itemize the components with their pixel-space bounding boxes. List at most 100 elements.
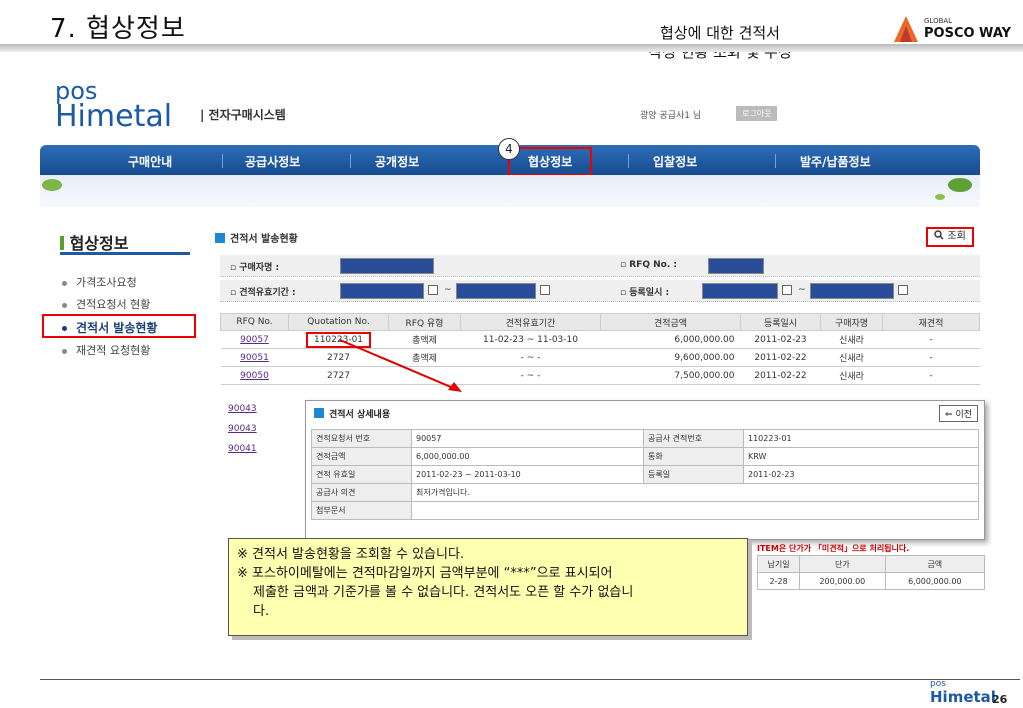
note-line: 다.	[253, 604, 270, 619]
bullet-icon	[62, 302, 67, 308]
rfq-link[interactable]: 90051	[220, 348, 289, 367]
field-label: 견적요청서 번호	[311, 429, 412, 448]
posco-mark-icon	[894, 16, 918, 42]
col-header: 견적금액	[600, 313, 741, 331]
filter-row-1: ▫ 구매자명 : ▫ RFQ No. :	[220, 255, 980, 277]
nav-buying-guide[interactable]: 구매안내	[128, 153, 172, 170]
col-header: RFQ 유형	[388, 313, 461, 331]
buyer-input[interactable]	[340, 258, 434, 274]
reg-date: 2011-02-22	[740, 366, 821, 385]
calendar-icon[interactable]	[428, 285, 438, 295]
requote: -	[882, 348, 980, 367]
validity-period: - ~ -	[460, 348, 601, 367]
prev-label: 이전	[955, 410, 972, 420]
nav-separator	[628, 154, 629, 168]
search-button[interactable]: 조회	[926, 227, 974, 247]
sidebar-item-label: 견적서 발송현황	[76, 321, 158, 335]
filter-buyer-label: ▫ 구매자명 :	[230, 263, 280, 273]
nav-bid-info[interactable]: 입찰정보	[653, 153, 697, 170]
calendar-icon[interactable]	[540, 285, 550, 295]
opinion-value: 최저가격입니다.	[411, 483, 979, 502]
sidebar-title-text: 협상정보	[69, 234, 129, 253]
nav-order-info[interactable]: 발주/납품정보	[800, 153, 871, 170]
col-header: 납기일	[756, 555, 801, 573]
back-arrow-icon: ⇐	[945, 410, 953, 420]
leaf-decoration-icon	[42, 178, 972, 200]
rfq-input[interactable]	[708, 258, 764, 274]
amount-value: 6,000,000.00	[411, 447, 644, 466]
sidebar-item-quote-sent[interactable]: 견적서 발송현황	[42, 314, 196, 338]
requote: -	[882, 366, 980, 385]
filter-validity-label: ▫ 견적유효기간 :	[230, 288, 296, 298]
col-header: 재견적	[882, 313, 980, 331]
rfq-link[interactable]: 90043	[228, 399, 257, 419]
valid-value: 2011-02-23 ~ 2011-03-10	[411, 465, 644, 484]
validity-period: 11-02-23 ~ 11-03-10	[460, 330, 601, 349]
rfq-link[interactable]: 90041	[228, 439, 257, 459]
detail-title: 견적서 상세내용	[314, 407, 390, 420]
item-note: ITEM은 단가가 「미견적」으로 처리됩니다.	[757, 544, 910, 553]
req-no-value: 90057	[411, 429, 644, 448]
global-label: GLOBAL	[924, 17, 953, 25]
field-label: 공급사 견적번호	[643, 429, 744, 448]
search-icon	[934, 230, 944, 240]
sidebar-item-price-survey[interactable]: 가격조사요청	[62, 274, 137, 290]
regdate-to-input[interactable]	[810, 283, 894, 299]
quote-amount: 9,600,000.00	[600, 348, 741, 367]
page-number: 26	[992, 693, 1008, 706]
section-title: 견적서 발송현황	[215, 230, 298, 245]
section-title-text: 견적서 발송현황	[230, 234, 298, 245]
field-label: 첨부문서	[311, 501, 412, 520]
buyer-name: 신새라	[820, 366, 883, 385]
logout-button[interactable]: 로그아웃	[736, 106, 778, 121]
sidebar-item-rfq-status[interactable]: 견적요청서 현황	[62, 296, 150, 312]
sidebar-title-bar	[60, 252, 190, 255]
section-icon	[314, 408, 324, 418]
footer-logo: pos Himetal	[930, 680, 996, 706]
quote-detail-panel: 견적서 상세내용 ⇐ 이전 견적요청서 번호 90057 공급사 견적번호 11…	[305, 400, 985, 540]
col-header: 등록일시	[740, 313, 821, 331]
field-label: 견적금액	[311, 447, 412, 466]
sidebar-item-label: 재견적 요청현황	[76, 344, 151, 357]
sidebar-item-requote-status[interactable]: 재견적 요청현황	[62, 342, 150, 358]
validity-from-input[interactable]	[340, 283, 424, 299]
validity-to-input[interactable]	[456, 283, 536, 299]
step-badge: 4	[498, 138, 520, 160]
regdate-from-input[interactable]	[702, 283, 778, 299]
field-label: 공급사 의견	[311, 483, 412, 502]
sidebar-title-marker	[60, 236, 64, 250]
nav-supplier-info[interactable]: 공급사정보	[245, 153, 300, 170]
calendar-icon[interactable]	[898, 285, 908, 295]
range-tilde: ~	[798, 285, 806, 295]
rfq-link[interactable]: 90050	[220, 366, 289, 385]
validity-period: - ~ -	[460, 366, 601, 385]
note-line: ※ 견적서 발송현황을 조회할 수 있습니다.	[237, 547, 465, 562]
item-mini-table: 납기일 단가 금액 2-28 200,000.00 6,000,000.00	[756, 555, 986, 590]
note-line: ※ 포스하이메탈에는 견적마감일까지 금액부분에 “***”으로 표시되어	[237, 566, 613, 581]
col-header: 단가	[799, 555, 886, 573]
explanation-note: ※ 견적서 발송현황을 조회할 수 있습니다. ※ 포스하이메탈에는 견적마감일…	[228, 538, 748, 636]
posco-logo: GLOBAL POSCO WAY	[890, 14, 1015, 48]
field-label: 등록일	[643, 465, 744, 484]
bullet-icon	[62, 326, 67, 331]
sup-no-value: 110223-01	[743, 429, 979, 448]
rfq-link[interactable]: 90043	[228, 419, 257, 439]
rfq-link[interactable]: 90057	[220, 330, 289, 349]
decor-banner	[40, 175, 980, 207]
col-header: 견적유효기간	[460, 313, 601, 331]
calendar-icon[interactable]	[782, 285, 792, 295]
attachment-value[interactable]	[411, 501, 979, 520]
system-name: | 전자구매시스템	[200, 108, 286, 122]
reg-date: 2011-02-23	[740, 330, 821, 349]
nav-separator	[222, 154, 223, 168]
nav-separator	[775, 154, 776, 168]
detail-table: 견적요청서 번호 90057 공급사 견적번호 110223-01 견적금액 6…	[311, 429, 979, 520]
section-icon	[215, 233, 225, 243]
sidebar-title: 협상정보	[60, 230, 128, 254]
currency-value: KRW	[743, 447, 979, 466]
due-date: 2-28	[756, 572, 801, 590]
nav-public-info[interactable]: 공개정보	[375, 153, 419, 170]
nav-negotiation-info[interactable]: 협상정보	[508, 147, 593, 176]
prev-button[interactable]: ⇐ 이전	[939, 405, 978, 422]
title-underline	[0, 44, 1023, 52]
